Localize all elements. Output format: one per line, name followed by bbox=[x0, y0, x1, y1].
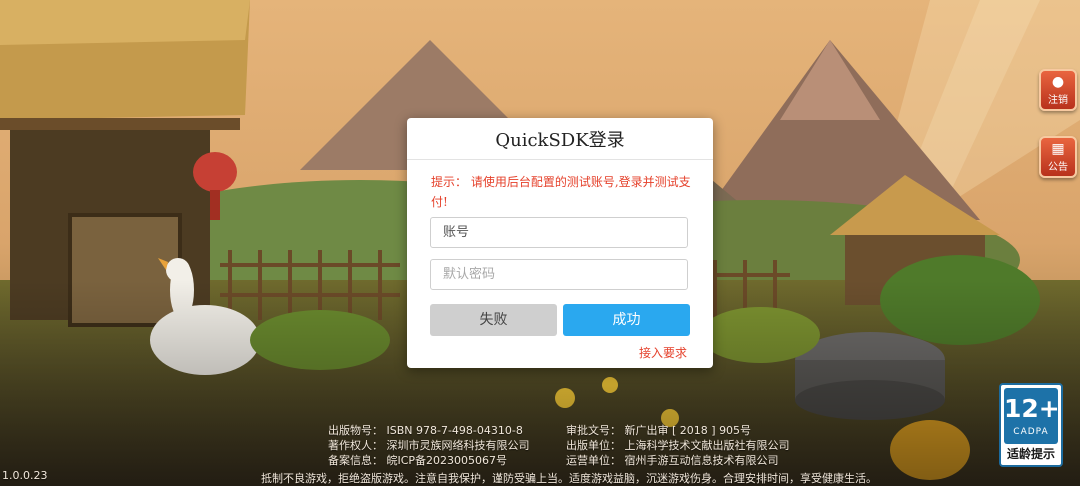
publication-info-left: 出版物号： ISBN 978-7-498-04310-8 著作权人： 深圳市灵族… bbox=[328, 423, 530, 468]
info-row: 著作权人： 深圳市灵族网络科技有限公司 bbox=[328, 438, 530, 453]
notice-button[interactable]: ▦ 公告 bbox=[1039, 136, 1077, 178]
person-icon: ● bbox=[1051, 74, 1065, 90]
publication-info-right: 审批文号： 新广出审 [ 2018 ] 905号 出版单位： 上海科学技术文献出… bbox=[566, 423, 790, 468]
age-rating-org: CADPA bbox=[1013, 427, 1049, 437]
quicksdk-login-dialog: QuickSDK登录 提示： 请使用后台配置的测试账号,登录并测试支付! 失败 … bbox=[407, 118, 713, 368]
fail-button[interactable]: 失败 bbox=[430, 304, 557, 336]
info-value: 新广出审 [ 2018 ] 905号 bbox=[624, 424, 752, 437]
info-label: 出版物号： bbox=[328, 424, 383, 437]
info-label: 备案信息： bbox=[328, 454, 383, 467]
info-value: 上海科学技术文献出版社有限公司 bbox=[624, 439, 790, 452]
title-divider bbox=[407, 159, 713, 160]
logout-label: 注销 bbox=[1048, 95, 1068, 106]
info-label: 出版单位： bbox=[566, 439, 621, 452]
integration-requirements-link[interactable]: 接入要求 bbox=[639, 344, 687, 361]
password-input[interactable] bbox=[430, 259, 688, 290]
info-row: 备案信息： 皖ICP备2023005067号 bbox=[328, 453, 530, 468]
info-label: 运营单位： bbox=[566, 454, 621, 467]
info-value: 深圳市灵族网络科技有限公司 bbox=[386, 439, 530, 452]
info-label: 著作权人： bbox=[328, 439, 383, 452]
info-row: 审批文号： 新广出审 [ 2018 ] 905号 bbox=[566, 423, 790, 438]
health-gaming-notice: 抵制不良游戏，拒绝盗版游戏。注意自我保护，谨防受骗上当。适度游戏益脑，沉迷游戏伤… bbox=[261, 472, 877, 485]
info-label: 审批文号： bbox=[566, 424, 621, 437]
document-icon: ▦ bbox=[1051, 141, 1065, 157]
info-row: 出版物号： ISBN 978-7-498-04310-8 bbox=[328, 423, 530, 438]
info-value: 宿州手游互动信息技术有限公司 bbox=[624, 454, 779, 467]
age-rating-panel: 12+ CADPA bbox=[1004, 388, 1060, 444]
info-value: 皖ICP备2023005067号 bbox=[386, 454, 508, 467]
age-rating-badge[interactable]: 12+ CADPA 适龄提示 bbox=[999, 383, 1063, 467]
version-label: 1.0.0.23 bbox=[2, 469, 48, 482]
info-row: 运营单位： 宿州手游互动信息技术有限公司 bbox=[566, 453, 790, 468]
account-input[interactable] bbox=[430, 217, 688, 248]
dialog-hint: 提示： 请使用后台配置的测试账号,登录并测试支付! bbox=[431, 175, 691, 209]
success-button[interactable]: 成功 bbox=[563, 304, 690, 336]
age-rating-number: 12+ bbox=[1004, 394, 1060, 423]
notice-label: 公告 bbox=[1048, 162, 1068, 173]
logout-button[interactable]: ● 注销 bbox=[1039, 69, 1077, 111]
age-rating-label: 适龄提示 bbox=[1006, 447, 1055, 461]
info-value: ISBN 978-7-498-04310-8 bbox=[386, 424, 523, 437]
info-row: 出版单位： 上海科学技术文献出版社有限公司 bbox=[566, 438, 790, 453]
dialog-title: QuickSDK登录 bbox=[495, 130, 625, 151]
